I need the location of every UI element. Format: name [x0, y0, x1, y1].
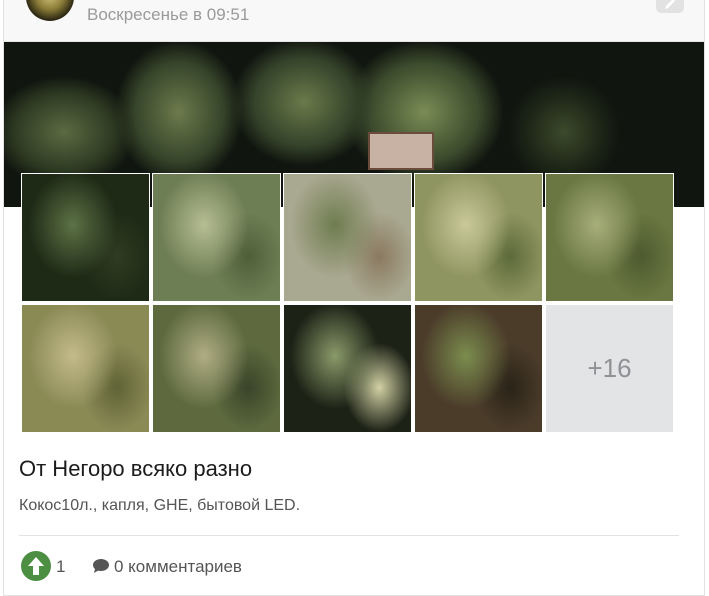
- avatar[interactable]: [26, 0, 74, 21]
- cover-sign: [368, 132, 434, 170]
- photo-9[interactable]: [414, 304, 543, 433]
- photo-2[interactable]: [152, 173, 281, 302]
- photo-8[interactable]: [283, 304, 412, 433]
- photo-1[interactable]: [21, 173, 150, 302]
- photo-7[interactable]: [152, 304, 281, 433]
- photo-4[interactable]: [414, 173, 543, 302]
- comment-count[interactable]: 0 комментариев: [114, 557, 242, 577]
- pencil-icon: [665, 0, 675, 9]
- photo-gallery: +16: [20, 172, 680, 436]
- post-title[interactable]: От Негоро всяко разно: [19, 456, 252, 482]
- photo-3[interactable]: [283, 173, 412, 302]
- post-header: Воскресенье в 09:51: [4, 0, 704, 42]
- photo-6[interactable]: [21, 304, 150, 433]
- more-photos-tile[interactable]: +16: [545, 304, 674, 433]
- like-button[interactable]: [21, 551, 51, 581]
- photo-5[interactable]: [545, 173, 674, 302]
- post-date[interactable]: Воскресенье в 09:51: [87, 5, 249, 25]
- post-description: Кокос10л., капля, GHE, бытовой LED.: [19, 497, 301, 514]
- divider: [19, 535, 679, 536]
- edit-button[interactable]: [656, 0, 684, 13]
- comment-icon[interactable]: [92, 558, 110, 574]
- arrow-up-icon: [28, 557, 44, 575]
- like-count: 1: [56, 557, 66, 576]
